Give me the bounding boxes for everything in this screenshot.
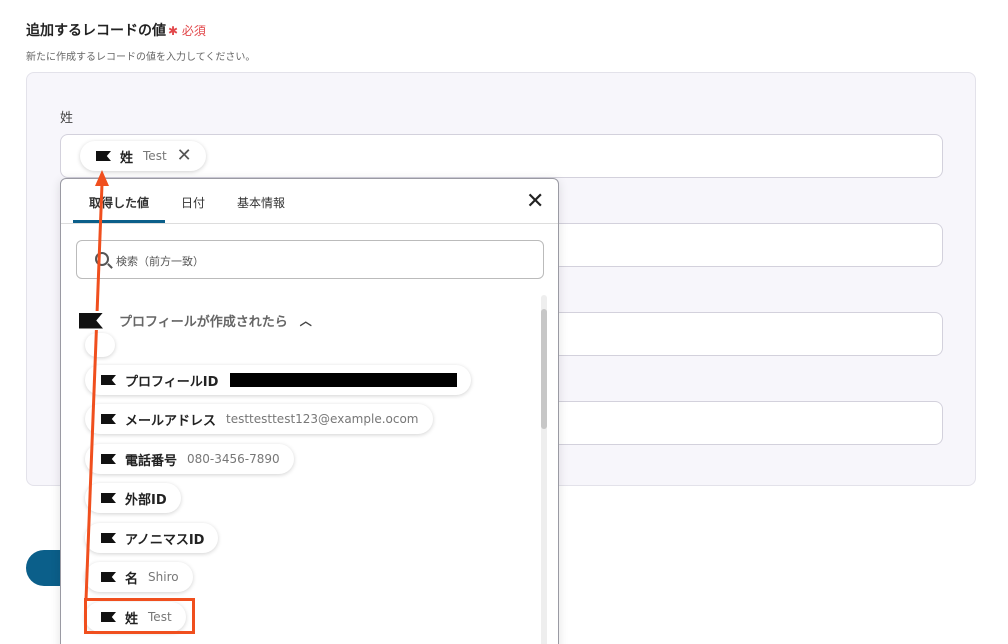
item-name: 電話番号 [125,453,178,469]
group-header[interactable]: プロフィールが作成されたら ︿ [79,311,320,330]
chevron-up-icon[interactable]: ︿ [300,312,312,329]
tab-date[interactable]: 日付 [181,194,205,211]
flag-icon [101,533,116,543]
chip-value: Test [143,149,167,163]
item-name: 外部ID [125,492,167,508]
highlight-box [84,598,195,634]
list-item-external-id[interactable]: 外部ID [85,483,181,513]
redacted-bar [230,373,458,387]
scrollbar[interactable] [541,295,547,644]
flag-icon [101,493,116,503]
item-name: プロフィールID [125,374,219,390]
item-name: 名 [125,571,139,587]
tab-acquired-values[interactable]: 取得した値 [89,194,149,211]
flag-icon [101,414,116,424]
flag-icon [101,454,116,464]
required-badge: ✱ 必須 [168,24,206,38]
active-tab-indicator [73,220,165,223]
list-item-phone[interactable]: 電話番号 080-3456-7890 [85,444,294,474]
search-placeholder: 検索（前方一致） [116,255,204,268]
list-item-profile-id[interactable]: プロフィールID [85,365,472,395]
flag-icon [96,151,111,161]
chip-name: 姓 [120,150,134,166]
section-title-text: 追加するレコードの値 [26,23,166,39]
tab-basic-info[interactable]: 基本情報 [237,194,285,211]
flag-icon [101,572,116,582]
flag-icon [79,312,103,329]
popup-tabs: 取得した値 日付 基本情報 [61,179,558,224]
selected-value-chip[interactable]: 姓 Test ✕ [80,141,206,171]
remove-chip-icon[interactable]: ✕ [177,147,192,165]
search-input[interactable]: 検索（前方一致） [76,240,544,279]
list-item-first-name[interactable]: 名 Shiro [85,562,193,592]
item-value: 080-3456-7890 [187,452,280,466]
value-picker-popup: 取得した値 日付 基本情報 ✕ 検索（前方一致） プロフィールが作成されたら ︿… [60,178,559,644]
section-title: 追加するレコードの値 ✱ 必須 [26,20,206,40]
search-icon [95,252,109,266]
flag-icon [101,375,116,385]
item-name: アノニマスID [125,532,205,548]
list-item-partial[interactable] [85,333,115,357]
section-description: 新たに作成するレコードの値を入力してください。 [26,52,256,63]
list-item-anonymous-id[interactable]: アノニマスID [85,523,219,553]
field-label-last-name: 姓 [60,111,74,126]
item-name: メールアドレス [125,413,217,429]
scroll-thumb[interactable] [541,309,547,429]
group-title: プロフィールが作成されたら [119,315,288,330]
list-item-email[interactable]: メールアドレス testtesttest123@example.ocom [85,404,433,434]
item-value: Shiro [148,570,179,584]
item-value: testtesttest123@example.ocom [226,412,419,426]
close-icon[interactable]: ✕ [526,191,544,213]
